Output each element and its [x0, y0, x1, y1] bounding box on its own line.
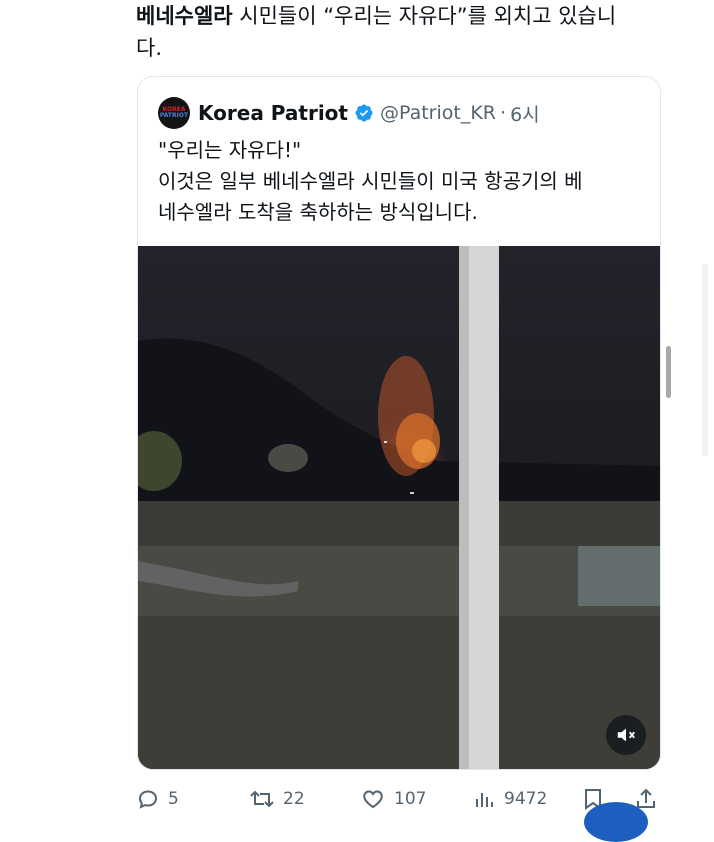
video-frame [138, 246, 660, 769]
reply-button[interactable]: 5 [136, 781, 179, 817]
quote-text: "우리는 자유다!" 이것은 일부 베네수엘라 시민들이 미국 항공기의 베 네… [158, 135, 648, 228]
quote-text-line: 이것은 일부 베네수엘라 시민들이 미국 항공기의 베 [158, 169, 583, 193]
video-player[interactable] [138, 246, 660, 769]
quote-text-line: 네수엘라 도착을 축하하는 방식입니다. [158, 200, 478, 224]
quote-tweet-card[interactable]: KOREA PATRIOT Korea Patriot @Patriot_KR … [137, 76, 661, 770]
scrollbar-thumb[interactable] [666, 346, 671, 398]
muted-speaker-icon [617, 728, 635, 742]
like-button[interactable]: 107 [360, 781, 426, 817]
scrollbar-track[interactable] [702, 264, 708, 456]
action-bar: 5 22 107 9472 [136, 781, 660, 817]
floating-action-button[interactable] [584, 802, 648, 842]
heart-icon [363, 790, 383, 809]
retweet-button[interactable]: 22 [249, 781, 305, 817]
reply-count: 5 [168, 789, 179, 809]
timestamp[interactable]: 6시 [510, 100, 540, 127]
avatar[interactable]: KOREA PATRIOT [158, 97, 190, 129]
tweet-text-line1: 시민들이 “우리는 자유다”를 외치고 있습니 [232, 4, 617, 28]
verified-badge-icon [355, 104, 373, 122]
tweet-text: 베네수엘라 시민들이 “우리는 자유다”를 외치고 있습니다. [136, 0, 666, 64]
views-count: 9472 [504, 789, 548, 809]
like-count: 107 [394, 789, 427, 809]
display-name[interactable]: Korea Patriot [198, 101, 348, 125]
reply-icon [138, 790, 158, 809]
tweet-text-bold: 베네수엘라 [136, 4, 233, 28]
retweet-icon [250, 790, 274, 808]
avatar-text-bottom: PATRIOT [159, 112, 189, 119]
views-icon [476, 793, 493, 807]
mute-button[interactable] [606, 715, 646, 755]
tweet-text-line2: 다. [136, 36, 162, 60]
quote-text-line: "우리는 자유다!" [158, 138, 302, 162]
retweet-count: 22 [283, 789, 305, 809]
views-button[interactable]: 9472 [472, 781, 547, 817]
separator: · [500, 102, 507, 124]
handle[interactable]: @Patriot_KR [380, 102, 496, 124]
quote-header: KOREA PATRIOT Korea Patriot @Patriot_KR … [158, 97, 540, 129]
